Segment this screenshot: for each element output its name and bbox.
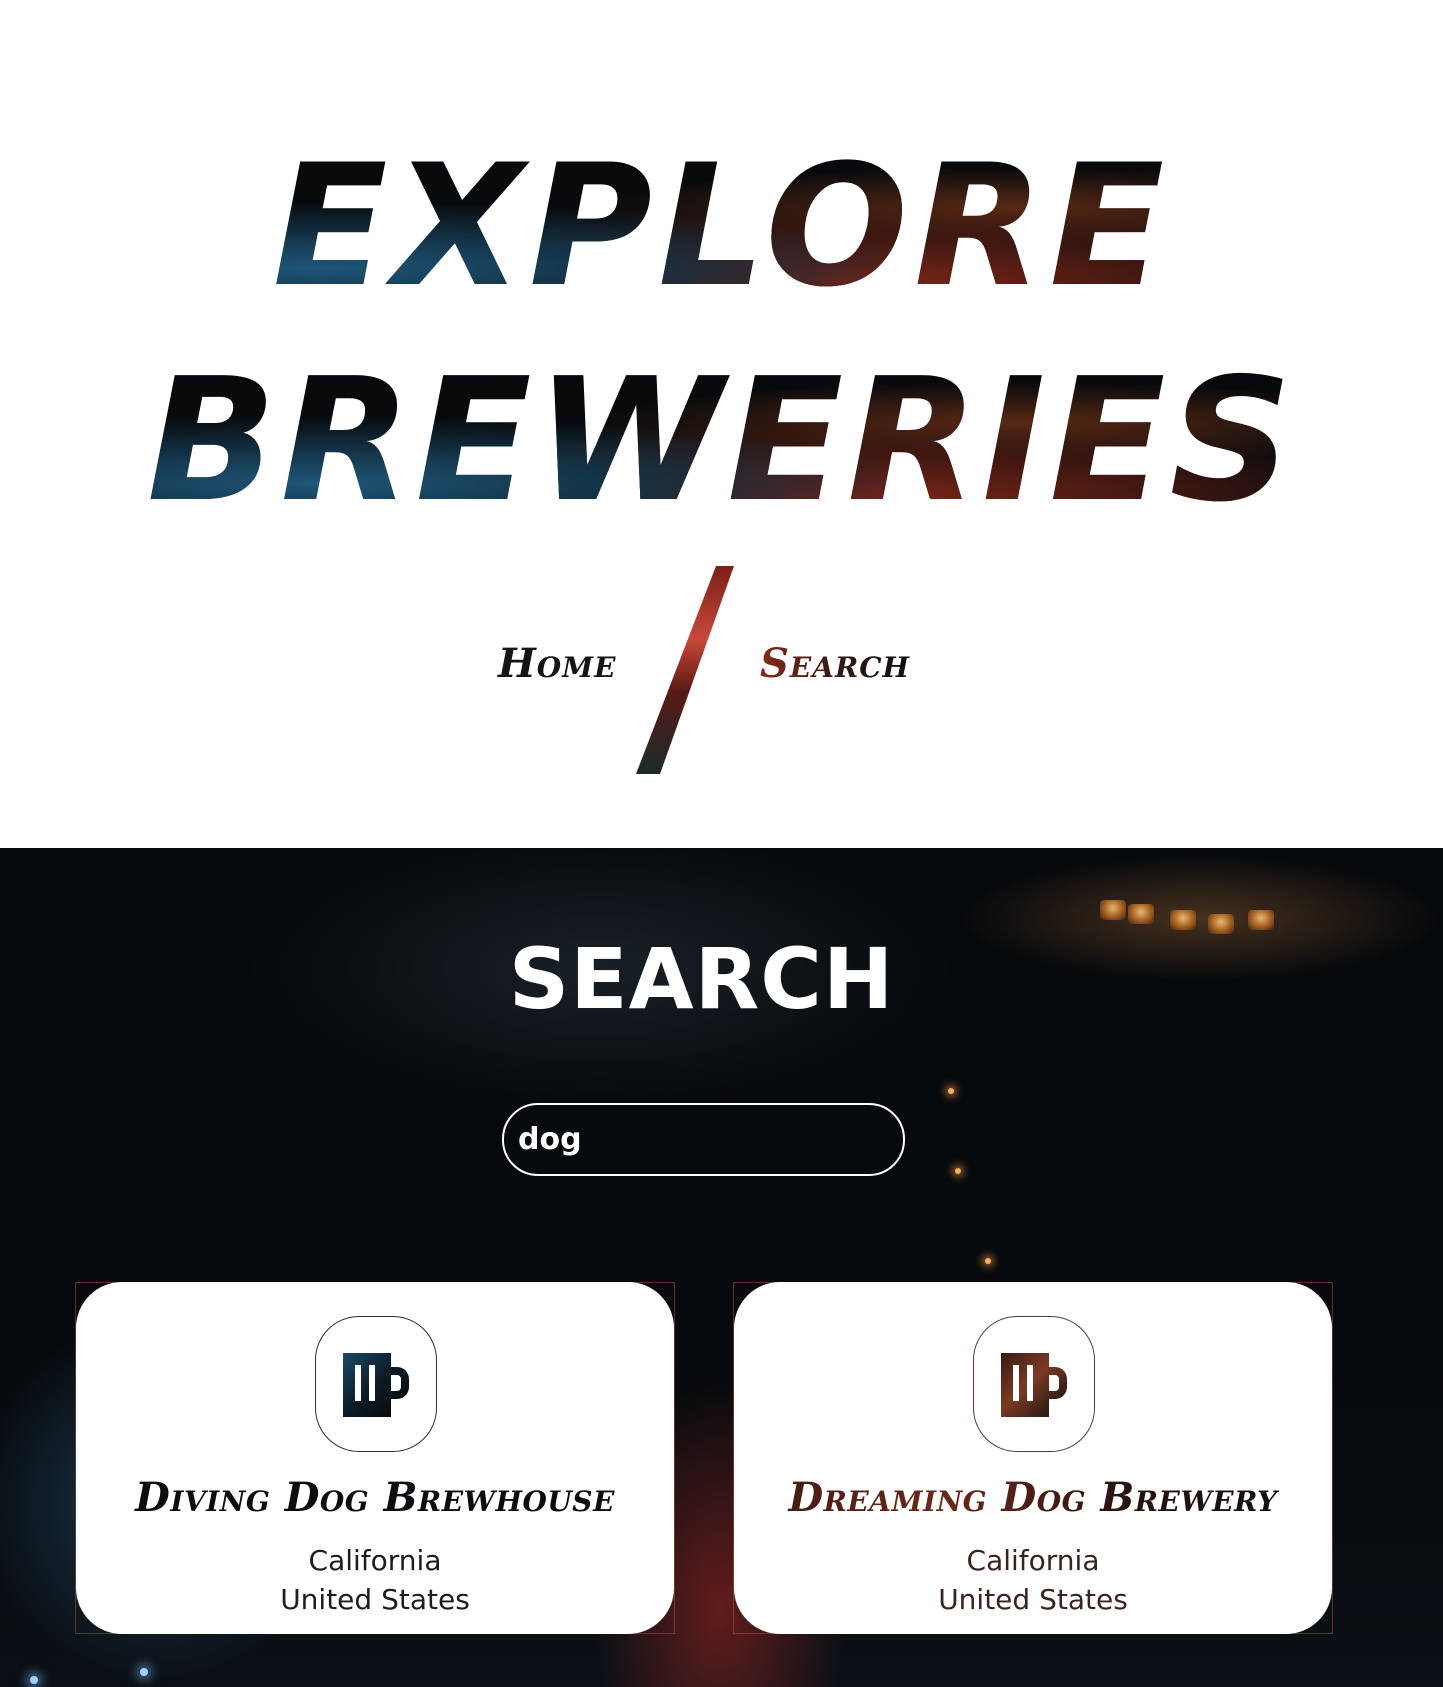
brewery-name: Diving Dog Brewhouse bbox=[135, 1474, 615, 1521]
nav-home-link[interactable]: Home bbox=[498, 640, 617, 687]
candle-light bbox=[1248, 910, 1274, 930]
mug-badge bbox=[315, 1316, 437, 1452]
brewery-state: California bbox=[308, 1544, 442, 1577]
brewery-name: Dreaming Dog Brewery bbox=[734, 1474, 1332, 1521]
hero-title-line-2: Breweries bbox=[0, 356, 1443, 526]
search-heading: SEARCH bbox=[508, 930, 895, 1028]
bar-light bbox=[955, 1168, 961, 1174]
mug-badge bbox=[973, 1316, 1095, 1452]
hero-header: Explore Breweries Home Search bbox=[0, 0, 1443, 848]
bar-light bbox=[985, 1258, 991, 1264]
brewery-state: California bbox=[966, 1544, 1100, 1577]
candle-light bbox=[1170, 910, 1196, 930]
nav-search-link[interactable]: Search bbox=[760, 640, 910, 687]
brewery-card[interactable]: Dreaming Dog Brewery California United S… bbox=[734, 1282, 1332, 1634]
blue-light bbox=[30, 1676, 38, 1684]
bar-light bbox=[948, 1088, 954, 1094]
main-nav: Home Search bbox=[0, 640, 1443, 700]
brewery-country: United States bbox=[938, 1583, 1128, 1616]
search-section: SEARCH Diving Dog Brewhouse California U… bbox=[0, 848, 1443, 1687]
brewery-country: United States bbox=[280, 1583, 470, 1616]
hero-title-line-1: Explore bbox=[0, 142, 1443, 310]
beer-mug-icon bbox=[1001, 1353, 1067, 1417]
blue-light bbox=[140, 1668, 148, 1676]
brewery-card[interactable]: Diving Dog Brewhouse California United S… bbox=[76, 1282, 674, 1634]
search-input[interactable] bbox=[502, 1103, 905, 1176]
candle-light bbox=[1100, 900, 1126, 920]
candle-light bbox=[1128, 904, 1154, 924]
beer-mug-icon bbox=[343, 1353, 409, 1417]
